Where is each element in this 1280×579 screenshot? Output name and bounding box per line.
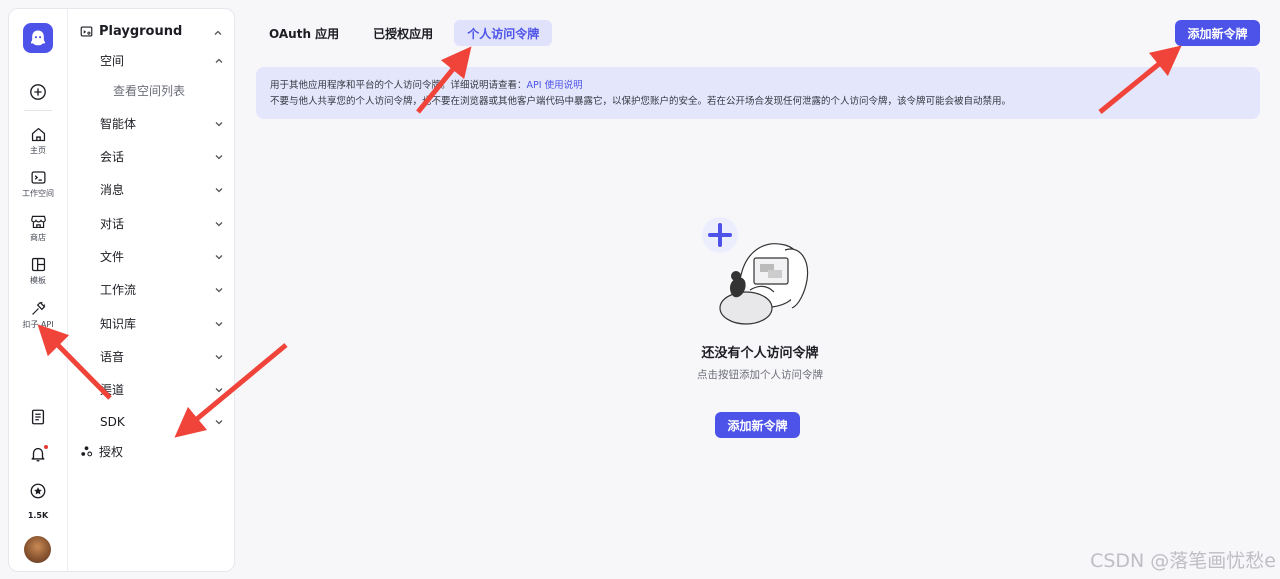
info-notice: 用于其他应用程序和平台的个人访问令牌。详细说明请查看：API 使用说明 不要与他… (256, 67, 1260, 119)
rail-item-workspace[interactable]: 工作空间 (8, 169, 68, 199)
nav-item[interactable]: 对话 (100, 215, 224, 232)
tab-personal-access-token[interactable]: 个人访问令牌 (454, 20, 553, 46)
nav-item-label: 知识库 (100, 317, 137, 331)
nav-item-label: SDK (100, 415, 125, 429)
chevron-down-icon (215, 287, 223, 292)
key-people-icon (81, 446, 93, 457)
notification-button[interactable] (29, 444, 49, 463)
nav-item[interactable]: 智能体 (100, 115, 224, 132)
avatar[interactable] (24, 536, 51, 563)
nav-item-label: 语音 (100, 350, 125, 364)
chevron-down-icon (215, 321, 223, 326)
nav-item-label: 工作流 (100, 283, 137, 297)
chevron-down-icon (215, 154, 223, 159)
app-logo[interactable] (23, 23, 53, 53)
rail-label: 主页 (30, 146, 46, 155)
nav-item-label: 空间 (100, 54, 125, 68)
nav-item[interactable]: 文件 (100, 248, 224, 265)
logo-icon (30, 30, 46, 46)
nav-item[interactable]: 语音 (100, 348, 224, 365)
star-count: 1.5K (27, 511, 49, 520)
tab-bar: OAuth 应用 已授权应用 个人访问令牌 (256, 20, 553, 46)
nav-item-label: 渠道 (100, 383, 125, 397)
notice-text: 用于其他应用程序和平台的个人访问令牌。详细说明请查看： (270, 80, 527, 91)
nav-item-label: 智能体 (100, 117, 137, 131)
rail-label: 工作空间 (22, 189, 54, 198)
star-icon[interactable] (29, 482, 47, 500)
plug-icon (31, 301, 45, 315)
notice-warning-text: 不要与他人共享您的个人访问令牌，也不要在浏览器或其他客户端代码中暴露它，以保护您… (270, 96, 1012, 107)
document-icon[interactable] (29, 408, 47, 426)
nav-playground[interactable]: Playground (80, 24, 182, 39)
rail-label: 商店 (30, 233, 46, 242)
nav-item-label: 会话 (100, 150, 125, 164)
add-token-button[interactable]: 添加新令牌 (1175, 20, 1260, 46)
terminal-icon (30, 171, 46, 184)
rail-item-api[interactable]: 扣子 API (8, 300, 68, 330)
tab-oauth-apps[interactable]: OAuth 应用 (256, 20, 352, 46)
add-circle-icon[interactable] (29, 83, 47, 101)
chevron-down-icon (215, 387, 223, 392)
rail-item-store[interactable]: 商店 (8, 213, 68, 243)
nav-item[interactable]: 知识库 (100, 315, 224, 332)
chevron-down-icon (215, 187, 223, 192)
nav-item[interactable]: 渠道 (100, 381, 224, 398)
api-docs-link[interactable]: API 使用说明 (527, 80, 583, 91)
tab-authorized-apps[interactable]: 已授权应用 (360, 20, 446, 46)
nav-item-label: 对话 (100, 217, 125, 231)
nav-item-space[interactable]: 空间 (100, 52, 224, 69)
nav-subitem-space-list[interactable]: 查看空间列表 (113, 82, 185, 99)
store-icon (30, 215, 46, 229)
rail-label: 模板 (30, 276, 46, 285)
playground-icon (80, 26, 93, 37)
icon-rail: 主页 工作空间 商店 模板 扣子 API 1.5K (8, 8, 68, 572)
nav-item-label: 文件 (100, 250, 125, 264)
chevron-down-icon (215, 221, 223, 226)
empty-add-token-button[interactable]: 添加新令牌 (715, 412, 800, 438)
chevron-down-icon (215, 354, 223, 359)
empty-title: 还没有个人访问令牌 (701, 346, 819, 361)
nav-item[interactable]: 会话 (100, 148, 224, 165)
rail-divider (24, 110, 52, 111)
rail-item-home[interactable]: 主页 (8, 126, 68, 156)
home-icon (31, 127, 45, 142)
chevron-down-icon (215, 254, 223, 259)
watermark: CSDN @落笔画忧愁e (1090, 550, 1276, 572)
notification-dot (43, 444, 49, 450)
nav-auth-label: 授权 (99, 445, 124, 459)
chevron-down-icon (215, 121, 223, 126)
nav-item-label: 消息 (100, 183, 125, 197)
nav-item[interactable]: SDK (100, 415, 224, 429)
nav-playground-label: Playground (99, 24, 183, 39)
empty-state: 还没有个人访问令牌 点击按钮添加个人访问令牌 (600, 210, 920, 382)
rail-label: 扣子 API (22, 320, 54, 329)
rail-item-template[interactable]: 模板 (8, 256, 68, 286)
empty-illustration (702, 217, 809, 325)
nav-item[interactable]: 消息 (100, 181, 224, 198)
nav-item-auth[interactable]: 授权 (80, 443, 123, 460)
nav-item[interactable]: 工作流 (100, 281, 224, 298)
chevron-down-icon (215, 420, 223, 425)
chevron-up-icon (215, 58, 223, 63)
chevron-up-icon[interactable] (213, 28, 223, 38)
empty-description: 点击按钮添加个人访问令牌 (697, 369, 823, 381)
secondary-nav: Playground 空间 查看空间列表 智能体会话消息对话文件工作流知识库语音… (69, 8, 235, 572)
template-icon (31, 257, 45, 272)
